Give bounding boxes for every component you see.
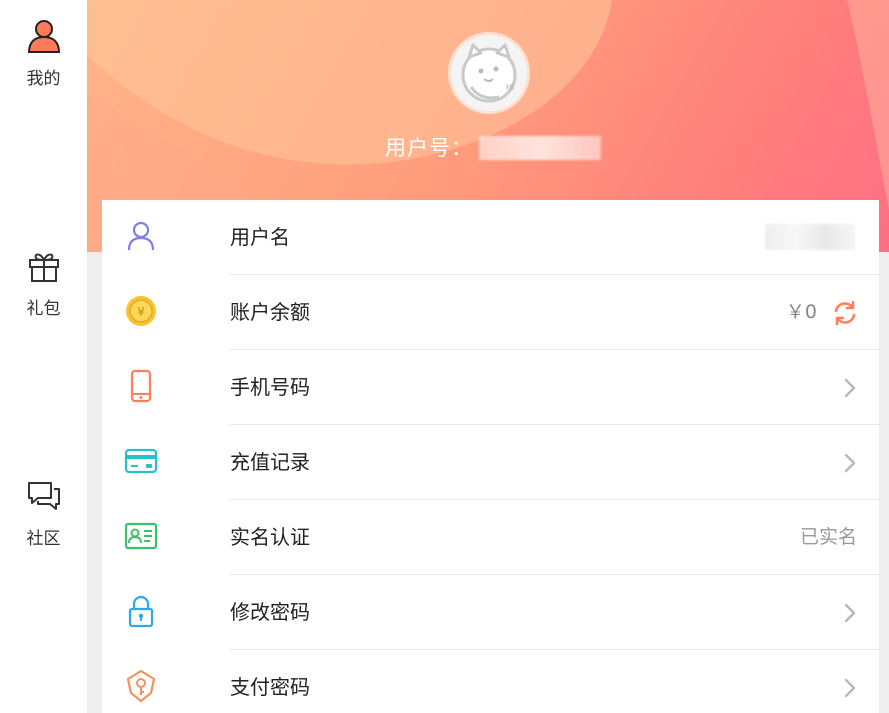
- row-label: 充值记录: [230, 450, 310, 474]
- sidebar: 我的 礼包 社区: [0, 0, 87, 713]
- lock-icon: [128, 595, 154, 628]
- row-balance[interactable]: ¥ 账户余额 ￥0: [102, 275, 879, 350]
- balance-value: ￥0: [785, 301, 817, 323]
- svg-text:Hi: Hi: [506, 83, 514, 92]
- chat-icon: [27, 482, 60, 510]
- row-label: 账户余额: [230, 300, 310, 324]
- gift-icon: [28, 253, 59, 282]
- row-label: 修改密码: [230, 600, 310, 624]
- row-label: 用户名: [230, 225, 290, 249]
- user-icon: [27, 20, 60, 53]
- avatar[interactable]: Hi: [451, 35, 527, 111]
- user-outline-icon: [127, 221, 155, 251]
- row-change-password[interactable]: 修改密码: [102, 575, 879, 650]
- verification-status: 已实名: [799, 526, 857, 548]
- row-recharge-history[interactable]: 充值记录: [102, 425, 879, 500]
- shield-key-icon: [126, 669, 156, 703]
- row-username[interactable]: 用户名: [102, 200, 879, 275]
- row-label: 支付密码: [230, 675, 310, 699]
- sidebar-item-mine[interactable]: 我的: [0, 18, 87, 89]
- row-payment-password[interactable]: 支付密码: [102, 650, 879, 713]
- row-label: 实名认证: [230, 525, 310, 549]
- card-icon: [124, 448, 158, 474]
- avatar-cat-icon: Hi: [451, 35, 527, 111]
- user-id-label: 用户号：: [385, 136, 473, 160]
- sidebar-item-label: 我的: [26, 69, 61, 89]
- chevron-right-icon: [844, 603, 856, 623]
- refresh-icon[interactable]: [831, 299, 859, 327]
- user-id-redacted: [479, 136, 601, 160]
- profile-main: Hi 用户号： 用户名 ¥ 账户余额 ￥0 手机号码 充值记录 实名认证 已实名…: [87, 0, 889, 713]
- sidebar-item-label: 礼包: [26, 299, 61, 319]
- sidebar-item-gift[interactable]: 礼包: [0, 248, 87, 319]
- username-redacted: [765, 224, 855, 250]
- id-card-icon: [124, 522, 158, 550]
- svg-text:¥: ¥: [137, 305, 145, 319]
- row-real-name-verification[interactable]: 实名认证 已实名: [102, 500, 879, 575]
- coin-icon: ¥: [126, 296, 156, 326]
- sidebar-item-label: 社区: [26, 529, 61, 549]
- phone-icon: [130, 369, 152, 403]
- chevron-right-icon: [844, 378, 856, 398]
- account-settings-list: 用户名 ¥ 账户余额 ￥0 手机号码 充值记录 实名认证 已实名 修改密码 支付…: [102, 200, 879, 713]
- row-label: 手机号码: [230, 375, 310, 399]
- chevron-right-icon: [844, 678, 856, 698]
- sidebar-item-community[interactable]: 社区: [0, 478, 87, 549]
- chevron-right-icon: [844, 453, 856, 473]
- row-phone[interactable]: 手机号码: [102, 350, 879, 425]
